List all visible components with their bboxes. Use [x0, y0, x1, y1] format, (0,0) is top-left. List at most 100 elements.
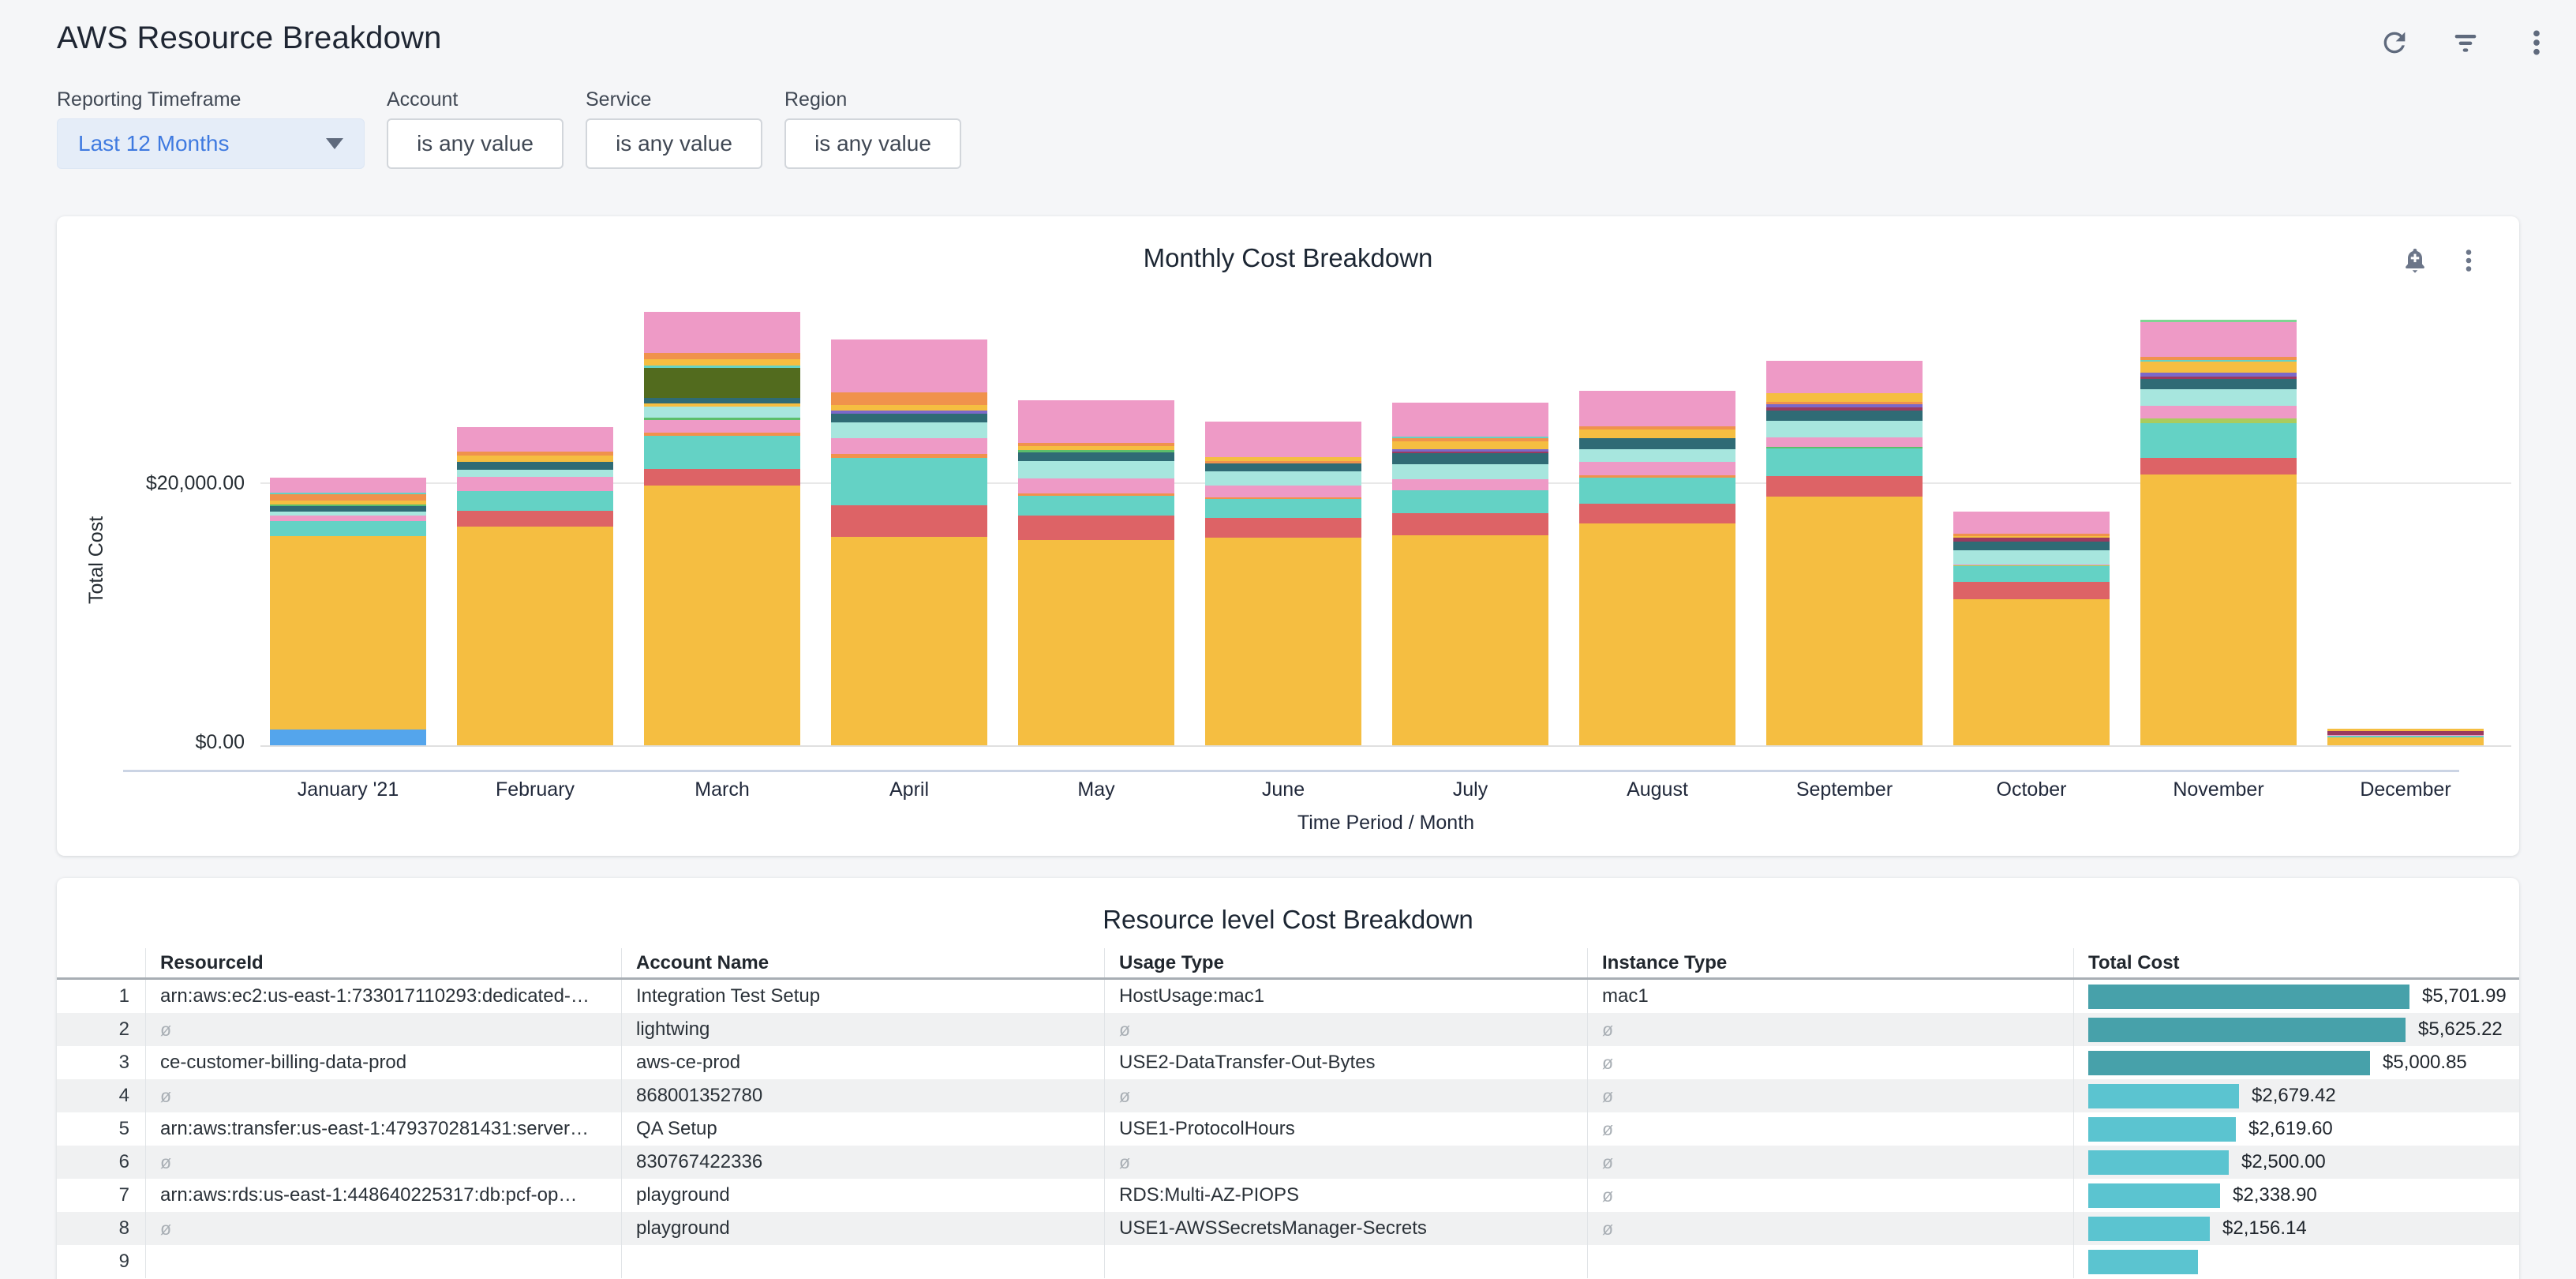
- bar-segment[interactable]: [831, 405, 987, 411]
- bar-segment[interactable]: [457, 511, 613, 527]
- row-number[interactable]: 7: [57, 1179, 145, 1212]
- bar-segment[interactable]: [270, 478, 426, 493]
- cell-resource-id[interactable]: arn:aws:transfer:us-east-1:479370281431:…: [145, 1112, 621, 1146]
- cell-resource-id[interactable]: arn:aws:ec2:us-east-1:733017110293:dedic…: [145, 980, 621, 1013]
- bar-segment[interactable]: [2140, 322, 2297, 357]
- bar-segment[interactable]: [644, 486, 800, 745]
- cell-resource-id[interactable]: ce-customer-billing-data-prod: [145, 1046, 621, 1079]
- more-menu-icon[interactable]: [2519, 25, 2554, 60]
- refresh-icon[interactable]: [2377, 25, 2412, 60]
- cell-account-name[interactable]: [621, 1245, 1104, 1278]
- bar-segment[interactable]: [1018, 496, 1174, 516]
- cell-resource-id[interactable]: ø: [145, 1146, 621, 1179]
- bar-segment[interactable]: [457, 462, 613, 470]
- bar-segment[interactable]: [1392, 479, 1548, 490]
- bar-segment[interactable]: [1392, 403, 1548, 437]
- bar-segment[interactable]: [1205, 422, 1361, 458]
- cell-instance-type[interactable]: [1587, 1245, 2073, 1278]
- stacked-bar-march[interactable]: [644, 312, 800, 747]
- bar-segment[interactable]: [457, 477, 613, 491]
- bar-segment[interactable]: [457, 470, 613, 477]
- cell-resource-id[interactable]: [145, 1245, 621, 1278]
- bar-segment[interactable]: [831, 339, 987, 392]
- bar-segment[interactable]: [1392, 490, 1548, 513]
- bar-segment[interactable]: [1018, 478, 1174, 493]
- bar-segment[interactable]: [1766, 497, 1923, 745]
- cell-account-name[interactable]: 868001352780: [621, 1079, 1104, 1112]
- row-number[interactable]: 1: [57, 980, 145, 1013]
- column-header-resourceid[interactable]: ResourceId: [145, 948, 621, 977]
- cell-resource-id[interactable]: ø: [145, 1013, 621, 1046]
- bar-segment[interactable]: [644, 420, 800, 433]
- bar-segment[interactable]: [1205, 518, 1361, 538]
- bar-segment[interactable]: [831, 438, 987, 454]
- bar-segment[interactable]: [1018, 452, 1174, 461]
- bar-segment[interactable]: [2140, 423, 2297, 458]
- bar-segment[interactable]: [1579, 504, 1735, 523]
- bar-segment[interactable]: [644, 359, 800, 366]
- bar-segment[interactable]: [1953, 582, 2110, 599]
- stacked-bar-august[interactable]: [1579, 391, 1735, 747]
- filter-icon[interactable]: [2448, 25, 2483, 60]
- bar-segment[interactable]: [270, 521, 426, 535]
- bar-segment[interactable]: [1205, 471, 1361, 486]
- bar-segment[interactable]: [1205, 486, 1361, 497]
- bar-segment[interactable]: [1766, 361, 1923, 393]
- bar-segment[interactable]: [831, 537, 987, 745]
- region-filter-button[interactable]: is any value: [784, 118, 961, 169]
- row-number[interactable]: 6: [57, 1146, 145, 1179]
- bar-segment[interactable]: [831, 392, 987, 405]
- cell-total-cost[interactable]: $2,338.90: [2073, 1179, 2519, 1212]
- bar-segment[interactable]: [644, 398, 800, 403]
- bar-segment[interactable]: [1018, 400, 1174, 444]
- cell-instance-type[interactable]: ø: [1587, 1212, 2073, 1245]
- bar-segment[interactable]: [1579, 523, 1735, 745]
- bar-segment[interactable]: [644, 353, 800, 359]
- cell-instance-type[interactable]: ø: [1587, 1079, 2073, 1112]
- reporting-timeframe-dropdown[interactable]: Last 12 Months: [57, 118, 365, 169]
- stacked-bar-january[interactable]: [270, 478, 426, 747]
- bar-segment[interactable]: [1766, 411, 1923, 421]
- bar-segment[interactable]: [2140, 474, 2297, 745]
- bar-segment[interactable]: [1392, 441, 1548, 449]
- cell-account-name[interactable]: aws-ce-prod: [621, 1046, 1104, 1079]
- cell-total-cost[interactable]: $2,156.14: [2073, 1212, 2519, 1245]
- bar-segment[interactable]: [1392, 453, 1548, 464]
- row-number[interactable]: 5: [57, 1112, 145, 1146]
- bar-segment[interactable]: [457, 491, 613, 511]
- bar-segment[interactable]: [1392, 535, 1548, 745]
- cell-total-cost[interactable]: $2,619.60: [2073, 1112, 2519, 1146]
- bar-segment[interactable]: [1766, 421, 1923, 437]
- bar-segment[interactable]: [831, 458, 987, 505]
- cell-account-name[interactable]: Integration Test Setup: [621, 980, 1104, 1013]
- cell-usage-type[interactable]: USE2-DataTransfer-Out-Bytes: [1104, 1046, 1587, 1079]
- bar-segment[interactable]: [1579, 438, 1735, 448]
- bar-segment[interactable]: [2140, 458, 2297, 474]
- stacked-bar-october[interactable]: [1953, 512, 2110, 747]
- bar-segment[interactable]: [644, 368, 800, 398]
- cell-total-cost[interactable]: $5,625.22: [2073, 1013, 2519, 1046]
- cell-total-cost[interactable]: $5,000.85: [2073, 1046, 2519, 1079]
- stacked-bar-may[interactable]: [1018, 400, 1174, 747]
- bar-segment[interactable]: [1766, 393, 1923, 403]
- row-number[interactable]: 8: [57, 1212, 145, 1245]
- cell-usage-type[interactable]: ø: [1104, 1079, 1587, 1112]
- cell-instance-type[interactable]: ø: [1587, 1146, 2073, 1179]
- bar-segment[interactable]: [2140, 389, 2297, 406]
- stacked-bar-september[interactable]: [1766, 361, 1923, 747]
- bar-segment[interactable]: [1953, 542, 2110, 551]
- bar-segment[interactable]: [831, 422, 987, 438]
- bar-segment[interactable]: [1579, 429, 1735, 439]
- bar-segment[interactable]: [644, 469, 800, 486]
- bar-segment[interactable]: [2140, 406, 2297, 418]
- bar-segment[interactable]: [457, 527, 613, 745]
- bar-segment[interactable]: [1018, 540, 1174, 745]
- bar-segment[interactable]: [1579, 449, 1735, 463]
- bar-segment[interactable]: [270, 730, 426, 745]
- row-number[interactable]: 4: [57, 1079, 145, 1112]
- row-number[interactable]: 2: [57, 1013, 145, 1046]
- bar-segment[interactable]: [270, 536, 426, 730]
- bar-segment[interactable]: [1766, 476, 1923, 497]
- cell-total-cost[interactable]: $5,701.99: [2073, 980, 2519, 1013]
- cell-instance-type[interactable]: ø: [1587, 1046, 2073, 1079]
